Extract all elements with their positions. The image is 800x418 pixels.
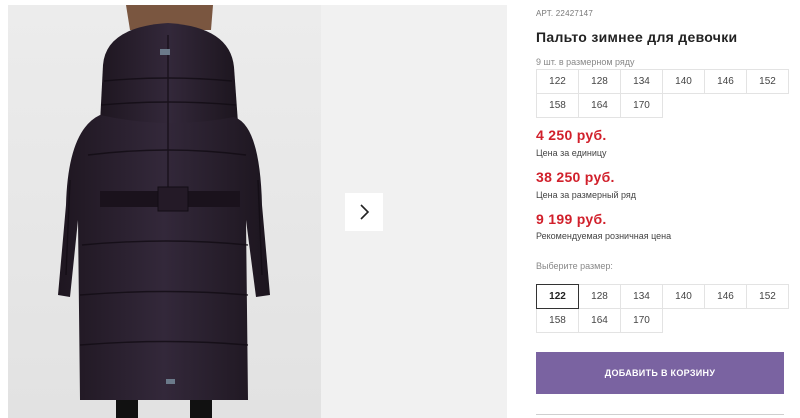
coat-image	[8, 5, 321, 418]
chevron-right-icon	[360, 204, 370, 220]
pack-size-cell: 146	[704, 69, 747, 94]
pack-price: 38 250 руб.	[536, 169, 615, 185]
pack-size-cell: 134	[620, 69, 663, 94]
divider	[536, 414, 784, 415]
pack-size-cell: 128	[578, 69, 621, 94]
size-option[interactable]: 170	[620, 308, 663, 333]
unit-price-label: Цена за единицу	[536, 148, 607, 158]
sku-value: 22427147	[555, 9, 593, 18]
pack-size-cell: 164	[578, 93, 621, 118]
product-title: Пальто зимнее для девочки	[536, 29, 738, 45]
size-option[interactable]: 164	[578, 308, 621, 333]
pack-size-cell: 170	[620, 93, 663, 118]
retail-price: 9 199 руб.	[536, 211, 607, 227]
sku-prefix: АРТ.	[536, 9, 554, 18]
size-option[interactable]: 134	[620, 284, 663, 309]
pack-size-cell: 122	[536, 69, 579, 94]
size-option[interactable]: 146	[704, 284, 747, 309]
product-photo-main[interactable]	[8, 5, 321, 418]
size-select-label: Выберите размер:	[536, 261, 613, 271]
add-to-cart-button[interactable]: ДОБАВИТЬ В КОРЗИНУ	[536, 352, 784, 394]
size-select-grid: 122 128 134 140 146 152 158 164 170	[536, 284, 789, 333]
unit-price: 4 250 руб.	[536, 127, 607, 143]
size-option[interactable]: 140	[662, 284, 705, 309]
pack-size-cell: 152	[746, 69, 789, 94]
size-option[interactable]: 158	[536, 308, 579, 333]
size-option-selected[interactable]: 122	[536, 284, 579, 309]
pack-size-cell: 158	[536, 93, 579, 118]
sku: АРТ. 22427147	[536, 9, 593, 18]
pack-size-grid: 122 128 134 140 146 152 158 164 170	[536, 69, 789, 118]
gallery-next-button[interactable]	[345, 193, 383, 231]
retail-price-label: Рекомендуемая розничная цена	[536, 231, 672, 241]
pack-price-label: Цена за размерный ряд	[536, 190, 637, 200]
pack-size-cell: 140	[662, 69, 705, 94]
size-option[interactable]: 128	[578, 284, 621, 309]
size-option[interactable]: 152	[746, 284, 789, 309]
pack-note: 9 шт. в размерном ряду	[536, 57, 635, 67]
